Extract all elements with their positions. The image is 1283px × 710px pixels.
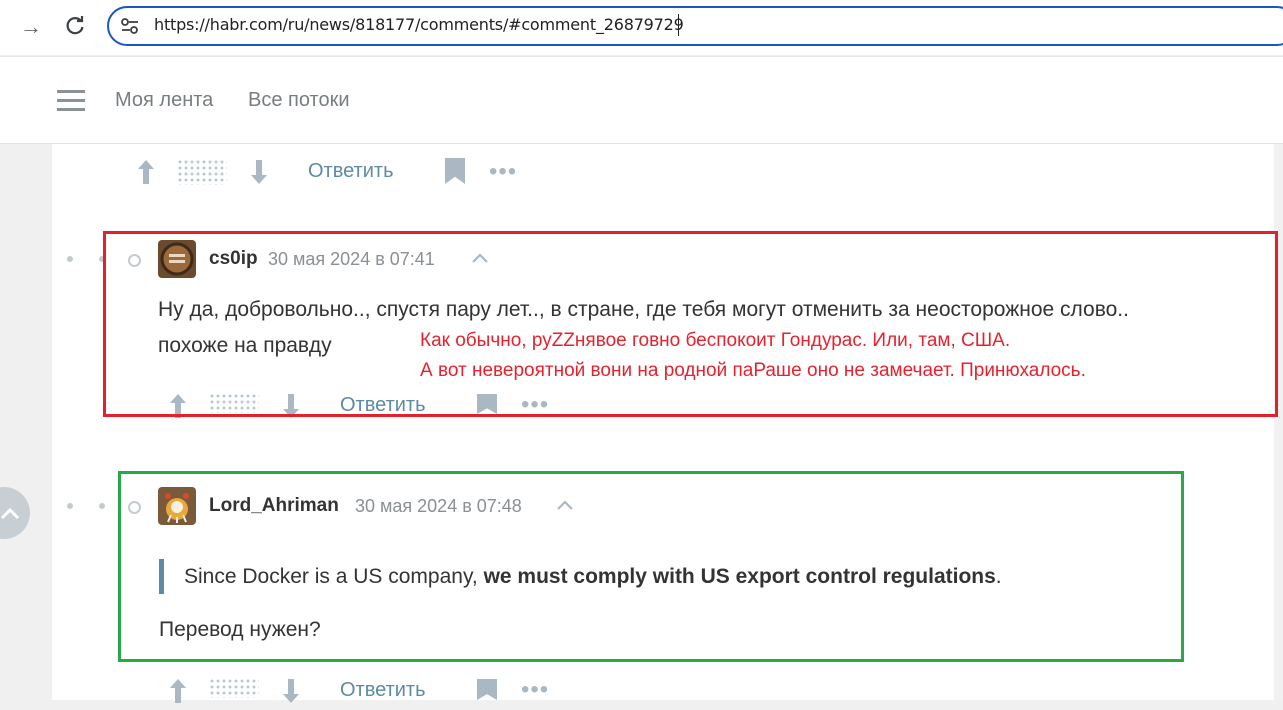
scroll-to-top-button[interactable] [0, 487, 30, 539]
reply-button[interactable]: Ответить [340, 679, 426, 702]
nav-all-streams[interactable]: Все потоки [248, 89, 350, 112]
vote-score-hidden [177, 159, 227, 185]
scrollbar[interactable] [1274, 144, 1283, 700]
more-options-icon[interactable]: ••• [521, 678, 549, 702]
reload-icon[interactable] [64, 15, 86, 41]
reply-button[interactable]: Ответить [308, 160, 394, 183]
downvote-icon[interactable] [249, 158, 269, 191]
upvote-icon[interactable] [136, 158, 156, 191]
downvote-icon[interactable] [281, 677, 301, 710]
menu-icon[interactable] [57, 90, 85, 112]
upvote-icon[interactable] [168, 677, 188, 710]
forward-icon[interactable]: → [20, 16, 42, 38]
vote-score-hidden [209, 678, 259, 698]
highlight-box-green [118, 471, 1184, 662]
more-options-icon[interactable]: ••• [489, 160, 517, 184]
nav-my-feed[interactable]: Моя лента [115, 89, 213, 112]
site-settings-icon[interactable] [120, 17, 140, 40]
text-caret [678, 14, 679, 36]
thread-line-dot [67, 503, 73, 509]
url-text[interactable]: https://habr.com/ru/news/818177/comments… [154, 15, 684, 34]
thread-line-dot [67, 256, 73, 262]
thread-line-dot [99, 503, 105, 509]
highlight-box-red [103, 231, 1278, 417]
